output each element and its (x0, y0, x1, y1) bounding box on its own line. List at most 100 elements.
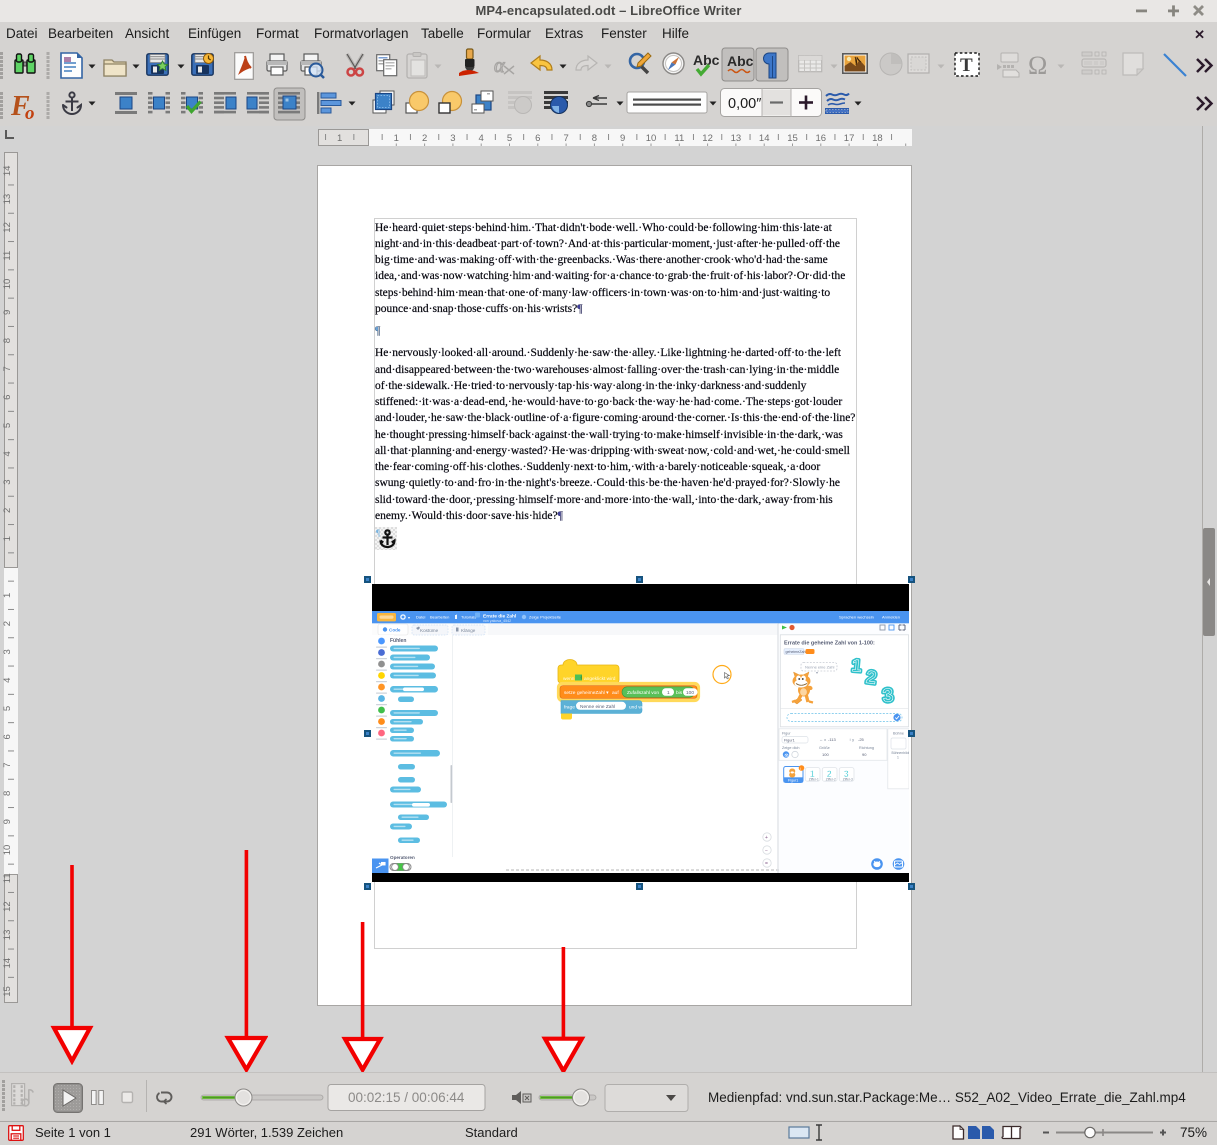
svg-text:12: 12 (2, 901, 13, 912)
svg-text:11: 11 (674, 133, 684, 144)
svg-text:Tutorials: Tutorials (461, 615, 476, 620)
svg-text:12: 12 (702, 133, 713, 144)
svg-text:▾: ▾ (816, 670, 818, 675)
svg-text:7: 7 (2, 366, 13, 371)
svg-text:o: o (25, 103, 35, 124)
svg-text:Figur: Figur (782, 732, 791, 736)
svg-text:1: 1 (2, 593, 13, 598)
svg-text:Zeige Projektseite: Zeige Projektseite (529, 615, 562, 620)
svg-text:Abc: Abc (727, 53, 754, 69)
svg-text:Zufallszahl von: Zufallszahl von (627, 690, 659, 696)
svg-text:9: 9 (620, 133, 625, 144)
svg-text:Seite 1 von 1: Seite 1 von 1 (35, 1125, 111, 1140)
svg-text:90: 90 (862, 752, 867, 757)
svg-text:+: + (765, 835, 768, 841)
svg-text:15: 15 (787, 133, 798, 144)
svg-text:und warte: und warte (629, 705, 650, 711)
svg-text:3: 3 (450, 133, 455, 144)
svg-text:16: 16 (816, 133, 827, 144)
svg-text:100: 100 (686, 690, 694, 696)
svg-text:14: 14 (2, 166, 13, 177)
svg-text:α: α (494, 55, 505, 77)
svg-text:0,00″: 0,00″ (728, 96, 761, 112)
svg-text:Sprachen wechseln: Sprachen wechseln (839, 615, 874, 620)
svg-text:9: 9 (2, 310, 13, 315)
svg-text:1: 1 (667, 690, 670, 696)
svg-text:7: 7 (2, 762, 13, 767)
svg-text:wenn: wenn (563, 677, 575, 682)
svg-text:Ω: Ω (1028, 51, 1047, 80)
svg-text:11: 11 (2, 251, 13, 261)
svg-text:291 Wörter, 1.539 Zeichen: 291 Wörter, 1.539 Zeichen (190, 1125, 343, 1140)
svg-text:1: 1 (337, 133, 342, 144)
svg-text:👁: 👁 (784, 753, 789, 757)
svg-text:1: 1 (394, 133, 399, 144)
svg-text:-25: -25 (858, 737, 865, 742)
svg-text:Figur1: Figur1 (788, 778, 798, 782)
svg-text:Zeige dich: Zeige dich (782, 746, 800, 750)
svg-text:4: 4 (2, 451, 13, 456)
svg-text:13: 13 (731, 133, 742, 144)
svg-text:1: 1 (897, 756, 899, 760)
svg-text:−: − (765, 848, 768, 854)
svg-text:5: 5 (507, 133, 512, 144)
svg-text:2: 2 (2, 508, 13, 513)
svg-text:10: 10 (2, 845, 13, 856)
svg-text:Klänge: Klänge (461, 628, 476, 633)
svg-text:10: 10 (646, 133, 657, 144)
svg-text:13: 13 (2, 930, 13, 941)
svg-text:6: 6 (2, 395, 13, 400)
svg-text:-113: -113 (828, 737, 836, 742)
svg-text:Nenne eine Zahl: Nenne eine Zahl (805, 664, 834, 669)
svg-text:Ziffer-3: Ziffer-3 (843, 778, 853, 782)
svg-text:2: 2 (2, 621, 13, 626)
svg-text:geheimeZahl: geheimeZahl (786, 650, 807, 654)
svg-text:14: 14 (2, 958, 13, 969)
svg-text:8: 8 (592, 133, 597, 144)
svg-text:6: 6 (535, 133, 540, 144)
svg-text:13: 13 (2, 194, 13, 205)
svg-text:Bühne: Bühne (893, 732, 904, 736)
svg-text:3: 3 (2, 479, 13, 484)
svg-text:4: 4 (479, 133, 484, 144)
svg-text:14: 14 (759, 133, 770, 144)
svg-text:=: = (765, 861, 768, 867)
svg-text:00:02:15 / 00:06:44: 00:02:15 / 00:06:44 (348, 1090, 465, 1105)
svg-text:↔ x: ↔ x (819, 737, 826, 742)
svg-text:bis: bis (676, 690, 683, 696)
svg-text:3: 3 (882, 685, 895, 707)
svg-text:1: 1 (851, 656, 862, 676)
svg-text:Figur1: Figur1 (784, 738, 795, 742)
svg-text:100: 100 (822, 752, 829, 757)
svg-text:4: 4 (2, 678, 13, 683)
svg-text:↕ y: ↕ y (849, 737, 854, 742)
svg-text:Bühnenbilder: Bühnenbilder (892, 751, 910, 755)
svg-text:Bearbeiten: Bearbeiten (430, 615, 449, 620)
svg-text:5: 5 (2, 423, 13, 428)
svg-text:1: 1 (2, 536, 13, 541)
svg-text:11: 11 (2, 873, 13, 883)
svg-text:17: 17 (844, 133, 855, 144)
svg-text:Ziffer-2: Ziffer-2 (826, 778, 836, 782)
svg-text:T: T (960, 55, 973, 76)
svg-text:Operatoren: Operatoren (390, 855, 415, 860)
svg-text:18: 18 (872, 133, 883, 144)
svg-text:12: 12 (2, 222, 13, 233)
svg-text:Ziffer-1: Ziffer-1 (809, 778, 819, 782)
svg-text:Errate die geheime Zahl von 1-: Errate die geheime Zahl von 1-100: (784, 641, 875, 647)
svg-text:8: 8 (2, 338, 13, 343)
svg-text:7: 7 (563, 133, 568, 144)
svg-text:Richtung: Richtung (859, 746, 874, 750)
svg-text:Nenne eine Zahl: Nenne eine Zahl (580, 704, 615, 710)
svg-text:auf: auf (612, 690, 619, 696)
svg-text:Datei: Datei (416, 615, 425, 620)
svg-text:setze: setze (564, 690, 576, 696)
svg-text:▾: ▾ (408, 615, 410, 620)
svg-text:angeklickt wird: angeklickt wird (584, 676, 616, 682)
svg-text:Code: Code (389, 628, 401, 633)
svg-text:3: 3 (2, 649, 13, 654)
svg-text:6: 6 (2, 734, 13, 739)
svg-text:i: i (800, 767, 801, 771)
svg-text:75%: 75% (1180, 1125, 1207, 1140)
svg-text:9: 9 (2, 819, 13, 824)
